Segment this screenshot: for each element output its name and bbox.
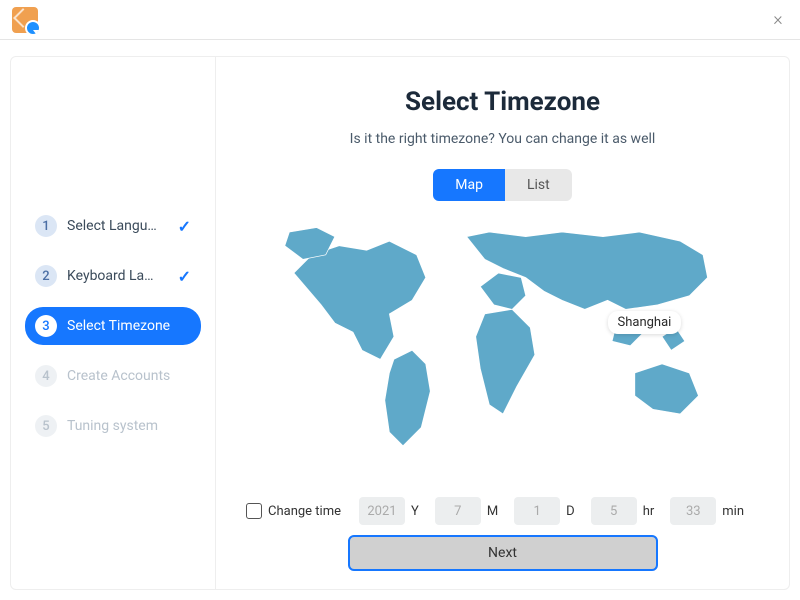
year-input[interactable] [359,497,405,525]
step-select-timezone[interactable]: 3 Select Timezone [25,307,201,345]
month-unit: M [487,504,498,519]
world-map[interactable]: Shanghai [273,223,733,473]
step-number: 1 [35,215,57,237]
list-toggle-button[interactable]: List [505,169,572,201]
step-number: 3 [35,315,57,337]
day-input[interactable] [514,497,560,525]
step-tuning-system: 5 Tuning system [25,407,201,445]
bottom-controls: Change time Y M D hr min Next [246,497,759,579]
check-icon: ✓ [178,217,191,236]
main-panel: Select Timezone Is it the right timezone… [216,57,789,589]
change-time-label: Change time [268,504,341,519]
month-input[interactable] [435,497,481,525]
page-subtitle: Is it the right timezone? You can change… [350,131,656,147]
map-toggle-button[interactable]: Map [433,169,505,201]
card: 1 Select Langu… ✓ 2 Keyboard La… ✓ 3 Sel… [10,56,790,590]
step-label: Create Accounts [67,368,191,384]
hour-input[interactable] [591,497,637,525]
check-icon: ✓ [178,267,191,286]
step-label: Select Langu… [67,218,168,234]
app-logo-icon [12,7,38,33]
titlebar: × [0,0,800,40]
year-unit: Y [411,504,419,519]
close-button[interactable]: × [768,10,788,30]
step-number: 4 [35,365,57,387]
content: 1 Select Langu… ✓ 2 Keyboard La… ✓ 3 Sel… [0,40,800,600]
step-label: Keyboard La… [67,268,168,284]
hour-unit: hr [643,504,655,519]
world-map-svg [273,223,733,473]
minute-input[interactable] [670,497,716,525]
next-button[interactable]: Next [348,535,658,571]
page-title: Select Timezone [405,87,600,117]
step-number: 5 [35,415,57,437]
change-time-row: Change time Y M D hr min [246,497,759,525]
day-unit: D [566,504,575,519]
step-keyboard-layout[interactable]: 2 Keyboard La… ✓ [25,257,201,295]
step-select-language[interactable]: 1 Select Langu… ✓ [25,207,201,245]
minute-unit: min [722,504,744,519]
change-time-checkbox[interactable] [246,503,262,519]
view-toggle: Map List [433,169,571,201]
sidebar: 1 Select Langu… ✓ 2 Keyboard La… ✓ 3 Sel… [11,57,216,589]
step-number: 2 [35,265,57,287]
step-label: Select Timezone [67,318,191,334]
step-create-accounts: 4 Create Accounts [25,357,201,395]
selected-timezone-label: Shanghai [608,311,682,334]
step-label: Tuning system [67,418,191,434]
